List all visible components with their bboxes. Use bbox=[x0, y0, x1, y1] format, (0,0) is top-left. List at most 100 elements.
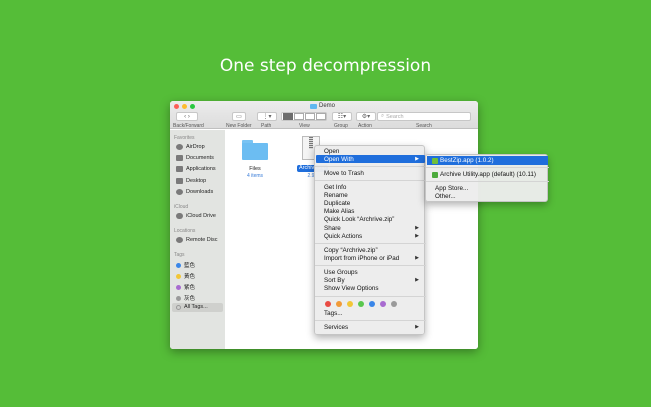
sidebar-item-tag-yellow[interactable]: 黃色 bbox=[176, 272, 195, 280]
menu-item-services[interactable]: Services bbox=[324, 324, 348, 331]
sidebar-item-downloads[interactable]: Downloads bbox=[176, 189, 213, 195]
menu-item-open-with[interactable]: Open With bbox=[324, 156, 354, 163]
menu-separator bbox=[315, 180, 426, 181]
menu-item-share[interactable]: Share bbox=[324, 225, 341, 232]
sidebar-item-label: Downloads bbox=[186, 189, 214, 195]
gear-icon: ⚙▾ bbox=[361, 114, 371, 120]
headline: One step decompression bbox=[219, 56, 432, 76]
submenu-arrow-icon: ▶ bbox=[415, 156, 419, 162]
submenu-item-label: Archive Utility.app (default) (10.11) bbox=[440, 171, 537, 178]
back-forward-label: Back/Forward bbox=[173, 123, 204, 129]
tag-dot-icon bbox=[176, 273, 181, 279]
group-label: Group bbox=[334, 123, 348, 129]
sidebar-item-desktop[interactable]: Desktop bbox=[176, 178, 206, 184]
menu-item-copy[interactable]: Copy “Archrive.zip” bbox=[324, 247, 378, 254]
search-label: Search bbox=[416, 123, 432, 129]
submenu-item-app-store[interactable]: App Store... bbox=[435, 185, 468, 192]
submenu-arrow-icon: ▶ bbox=[415, 255, 419, 261]
path-icon: ⋮▾ bbox=[262, 114, 272, 120]
sidebar-item-tag-purple[interactable]: 紫色 bbox=[176, 283, 195, 291]
tag-color-blue[interactable] bbox=[369, 301, 375, 307]
menu-item-move-to-trash[interactable]: Move to Trash bbox=[324, 170, 364, 177]
tag-dot-icon bbox=[176, 295, 181, 301]
sidebar-item-icloud-drive[interactable]: iCloud Drive bbox=[176, 213, 216, 219]
minimize-button[interactable] bbox=[182, 104, 187, 109]
menu-item-show-view-options[interactable]: Show View Options bbox=[324, 285, 379, 292]
submenu-item-archive-utility[interactable]: Archive Utility.app (default) (10.11) bbox=[432, 171, 536, 178]
favorites-header: Favorites bbox=[174, 135, 195, 141]
sidebar-item-tag-blue[interactable]: 藍色 bbox=[176, 261, 195, 269]
menu-separator bbox=[315, 296, 426, 297]
menu-item-tags[interactable]: Tags... bbox=[324, 310, 343, 317]
path-label: Path bbox=[261, 123, 272, 129]
new-folder-label: New Folder bbox=[226, 123, 252, 129]
context-menu: Open Open With ▶ Move to Trash Get Info … bbox=[314, 145, 426, 335]
airdrop-icon bbox=[176, 144, 183, 150]
tag-color-purple[interactable] bbox=[380, 301, 386, 307]
tag-color-green[interactable] bbox=[358, 301, 364, 307]
window-title-text: Demo bbox=[319, 103, 336, 109]
sidebar-item-tag-gray[interactable]: 灰色 bbox=[176, 294, 195, 302]
tag-color-gray[interactable] bbox=[391, 301, 397, 307]
menu-item-open[interactable]: Open bbox=[324, 148, 339, 155]
view-segmented[interactable] bbox=[281, 112, 327, 121]
documents-icon bbox=[176, 155, 183, 161]
submenu-arrow-icon: ▶ bbox=[415, 225, 419, 231]
close-button[interactable] bbox=[174, 104, 179, 109]
folder-name[interactable]: Files bbox=[236, 166, 274, 172]
chevron-left-icon: ‹ bbox=[184, 113, 187, 120]
tag-dot-icon bbox=[176, 262, 181, 268]
sidebar: Favorites AirDrop Documents Applications… bbox=[170, 130, 225, 349]
search-placeholder: Search bbox=[386, 113, 404, 120]
disc-icon bbox=[176, 237, 183, 243]
menu-item-duplicate[interactable]: Duplicate bbox=[324, 200, 350, 207]
icloud-header: iCloud bbox=[174, 204, 189, 210]
zoom-button[interactable] bbox=[190, 104, 195, 109]
menu-item-get-info[interactable]: Get Info bbox=[324, 184, 346, 191]
menu-item-use-groups[interactable]: Use Groups bbox=[324, 269, 358, 276]
sidebar-item-documents[interactable]: Documents bbox=[176, 155, 214, 161]
menu-item-quick-actions[interactable]: Quick Actions bbox=[324, 233, 362, 240]
menu-item-rename[interactable]: Rename bbox=[324, 192, 348, 199]
menu-separator bbox=[315, 320, 426, 321]
menu-separator bbox=[315, 243, 426, 244]
search-input[interactable]: ⌕ Search bbox=[377, 112, 471, 121]
sidebar-item-label: AirDrop bbox=[186, 144, 205, 150]
group-button[interactable]: ☷▾ bbox=[332, 112, 352, 121]
sidebar-item-label: 藍色 bbox=[184, 263, 196, 269]
sidebar-item-label: 紫色 bbox=[184, 285, 196, 291]
menu-separator bbox=[426, 167, 549, 168]
submenu-arrow-icon: ▶ bbox=[415, 324, 419, 330]
submenu-item-label: BestZip.app (1.0.2) bbox=[440, 157, 494, 164]
tag-dot-icon bbox=[176, 284, 181, 290]
folder-icon[interactable] bbox=[242, 140, 268, 160]
menu-separator bbox=[315, 265, 426, 266]
tag-color-orange[interactable] bbox=[336, 301, 342, 307]
sidebar-item-label: 黃色 bbox=[184, 274, 196, 280]
toolbar: Demo ‹ › Back/Forward ▭ New Folder ⋮▾ Pa… bbox=[170, 101, 478, 129]
submenu-item-other[interactable]: Other... bbox=[435, 193, 456, 200]
new-folder-button[interactable]: ▭ bbox=[232, 112, 246, 121]
group-icon: ☷▾ bbox=[337, 114, 347, 120]
menu-item-sort-by[interactable]: Sort By bbox=[324, 277, 345, 284]
submenu-item-bestzip[interactable]: BestZip.app (1.0.2) bbox=[432, 157, 494, 164]
tags-header: Tags bbox=[174, 252, 185, 258]
sidebar-item-airdrop[interactable]: AirDrop bbox=[176, 144, 205, 150]
sidebar-item-label: All Tags... bbox=[184, 304, 208, 310]
chevron-right-icon: › bbox=[187, 113, 190, 120]
back-forward-button[interactable]: ‹ › bbox=[176, 112, 198, 121]
action-button[interactable]: ⚙▾ bbox=[356, 112, 376, 121]
menu-item-make-alias[interactable]: Make Alias bbox=[324, 208, 354, 215]
menu-item-import[interactable]: Import from iPhone or iPad bbox=[324, 255, 399, 262]
tag-color-red[interactable] bbox=[325, 301, 331, 307]
gallery-view-icon bbox=[315, 113, 326, 120]
tag-color-yellow[interactable] bbox=[347, 301, 353, 307]
menu-separator bbox=[315, 166, 426, 167]
sidebar-item-applications[interactable]: Applications bbox=[176, 166, 216, 172]
sidebar-item-remote-disc[interactable]: Remote Disc bbox=[176, 237, 217, 243]
applications-icon bbox=[176, 166, 183, 172]
path-button[interactable]: ⋮▾ bbox=[257, 112, 277, 121]
sidebar-item-all-tags[interactable]: All Tags... bbox=[176, 304, 208, 310]
menu-item-quick-look[interactable]: Quick Look “Archrive.zip” bbox=[324, 216, 394, 223]
icon-view-icon bbox=[282, 113, 293, 120]
